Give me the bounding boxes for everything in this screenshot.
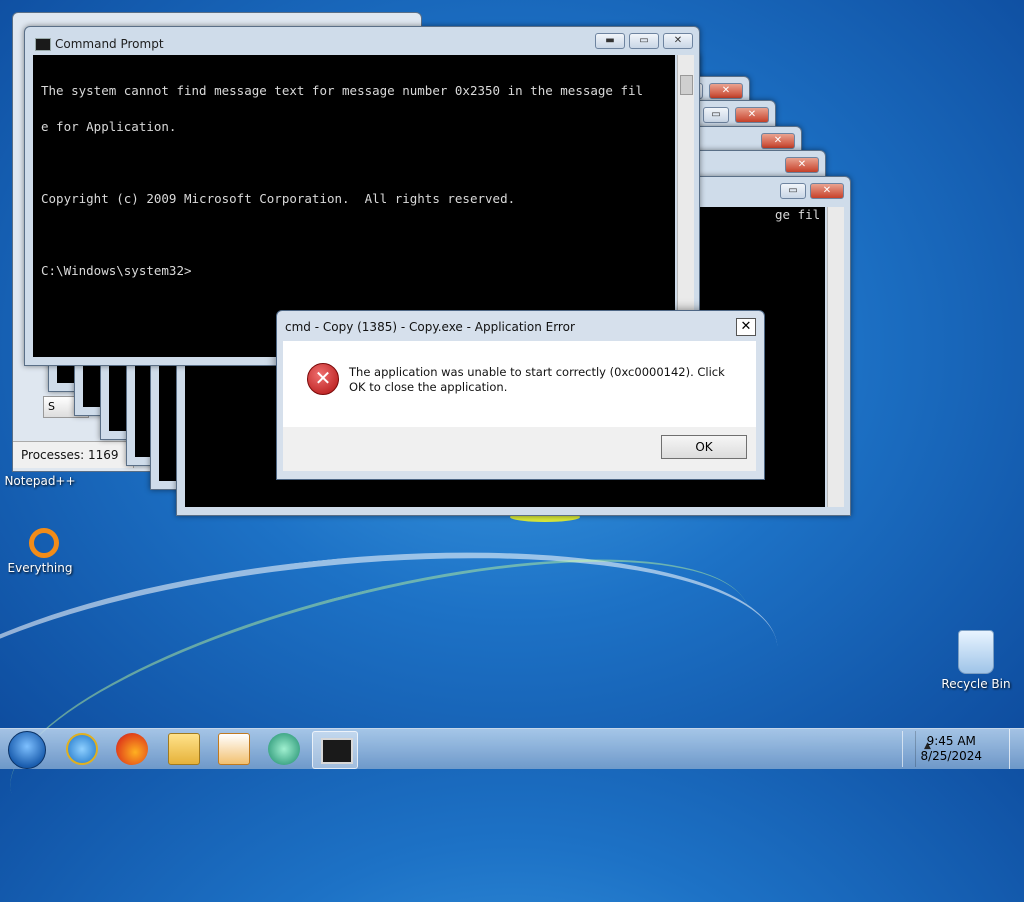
cmd-icon [35, 38, 51, 51]
console-line: e for Application. [41, 119, 177, 134]
ok-button[interactable]: OK [661, 435, 747, 459]
media-player-icon[interactable] [218, 733, 250, 765]
console-line: C:\Windows\system32> [41, 263, 192, 278]
error-icon: ✕ [307, 363, 339, 395]
dialog-footer: OK [283, 427, 756, 471]
cmd-taskbar-button[interactable] [312, 731, 358, 769]
desktop-icon-notepadpp[interactable]: Notepad++ [0, 474, 80, 488]
desktop-icon-everything[interactable]: Everything [0, 528, 80, 575]
taskbar: ▲ 9:45 AM 8/25/2024 [0, 728, 1024, 769]
desktop-icon-label: Notepad++ [4, 474, 76, 488]
console-line: Copyright (c) 2009 Microsoft Corporation… [41, 191, 516, 206]
internet-explorer-icon[interactable] [66, 733, 98, 765]
close-icon[interactable]: ✕ [735, 107, 769, 123]
close-icon[interactable]: ✕ [663, 33, 693, 49]
taskbar-divider [902, 731, 916, 767]
application-error-dialog[interactable]: cmd - Copy (1385) - Copy.exe - Applicati… [276, 310, 765, 480]
start-button[interactable] [8, 731, 46, 769]
desktop-icon-recycle-bin[interactable]: Recycle Bin [936, 630, 1016, 691]
close-icon[interactable]: ✕ [736, 318, 756, 336]
maximize-icon[interactable]: ▭ [629, 33, 659, 49]
clock-date: 8/25/2024 [920, 749, 982, 763]
maximize-icon[interactable]: ▭ [703, 107, 729, 123]
dialog-body: ✕ The application was unable to start co… [283, 341, 756, 427]
error-message: The application was unable to start corr… [349, 365, 725, 394]
maximize-icon[interactable]: ▭ [780, 183, 806, 199]
recycle-bin-icon [958, 630, 994, 674]
dialog-title: cmd - Copy (1385) - Copy.exe - Applicati… [285, 320, 575, 334]
scrollbar-thumb[interactable] [680, 75, 693, 95]
minimize-icon[interactable]: ▬ [595, 33, 625, 49]
desktop-icon-label: Everything [7, 561, 73, 575]
close-icon[interactable]: ✕ [709, 83, 743, 99]
cmd-icon [321, 738, 353, 764]
clock-time: 9:45 AM [926, 734, 976, 748]
close-icon[interactable]: ✕ [810, 183, 844, 199]
desktop-icon-label: Recycle Bin [941, 677, 1011, 691]
close-icon[interactable]: ✕ [785, 157, 819, 173]
firefox-icon[interactable] [116, 733, 148, 765]
console-output: The system cannot find message text for … [41, 61, 643, 301]
processes-count: Processes: 1169 [13, 441, 134, 468]
show-desktop-button[interactable] [1009, 729, 1024, 769]
file-explorer-icon[interactable] [168, 733, 200, 765]
everything-icon [29, 528, 59, 558]
app-icon[interactable] [268, 733, 300, 765]
console-text-fragment: ge fil [775, 207, 821, 222]
system-clock[interactable]: 9:45 AM 8/25/2024 [920, 734, 982, 764]
window-title: Command Prompt [55, 37, 164, 51]
scrollbar[interactable] [827, 207, 844, 507]
close-icon[interactable]: ✕ [761, 133, 795, 149]
console-line: The system cannot find message text for … [41, 83, 644, 98]
